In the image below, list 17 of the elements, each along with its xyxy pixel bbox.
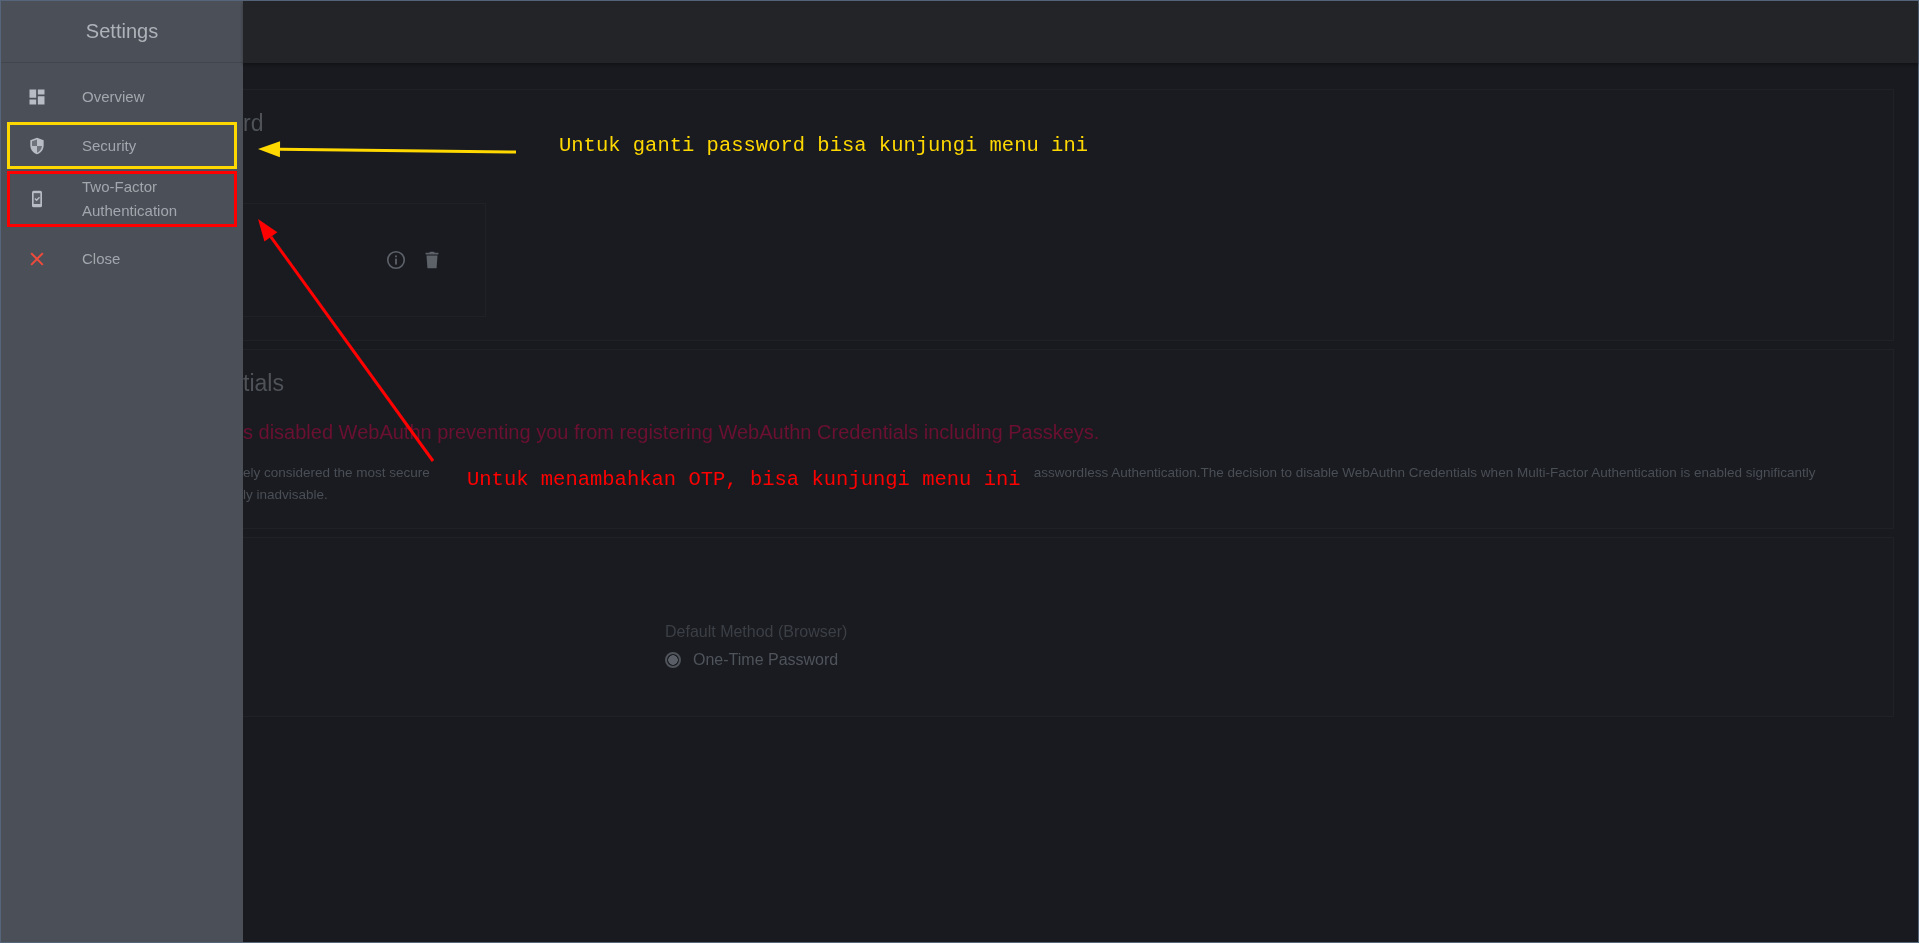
sidebar-item[interactable]: Security	[7, 122, 237, 169]
item-label: Two-Factor Authentication	[82, 177, 179, 221]
section-heading: rd	[243, 109, 265, 137]
annotation-text: Untuk menambahkan OTP, bisa kunjungi menu ini	[467, 468, 1021, 491]
section-heading: tials	[243, 369, 285, 397]
sidebar-item[interactable]: Two-Factor Authentication	[7, 171, 237, 227]
sidebar-item[interactable]: Overview	[7, 73, 237, 120]
item-label: Close	[82, 248, 122, 269]
option-label: One-Time Password	[693, 651, 839, 669]
shield-icon	[27, 135, 47, 156]
item-label: Overview	[82, 86, 146, 107]
radio-button[interactable]	[665, 652, 681, 668]
sidebar-item[interactable]: Close	[7, 235, 237, 282]
info-icon	[385, 249, 407, 271]
item-label: Security	[82, 135, 138, 156]
annotation-text: Untuk ganti password bisa kunjungi menu ini	[559, 134, 1088, 157]
info-button[interactable]	[385, 249, 407, 271]
